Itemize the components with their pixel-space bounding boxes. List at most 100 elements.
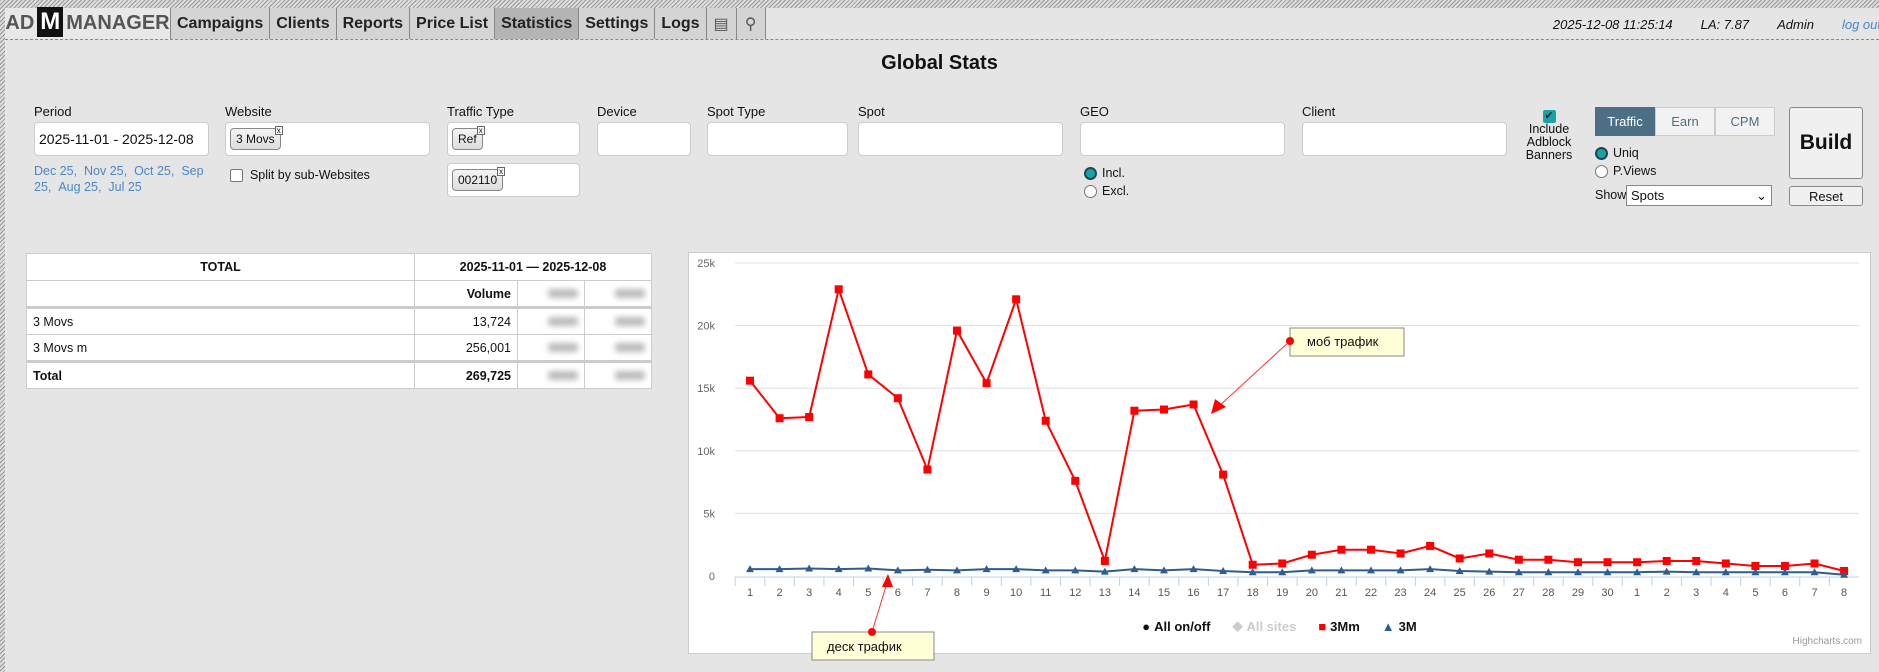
legend-3m[interactable]: ▲ 3M bbox=[1382, 618, 1417, 634]
legend-all-onoff[interactable]: ● All on/off bbox=[1142, 618, 1210, 634]
tab-earn[interactable]: Earn bbox=[1655, 107, 1715, 136]
data-point bbox=[1278, 559, 1287, 568]
main-nav: Campaigns Clients Reports Price List Sta… bbox=[170, 8, 766, 39]
table-row: 3 Movs 13,724 bbox=[26, 307, 652, 335]
data-point bbox=[1396, 549, 1405, 558]
incl-label: Incl. bbox=[1102, 166, 1125, 180]
radio[interactable] bbox=[1595, 146, 1608, 160]
nav-price-list[interactable]: Price List bbox=[409, 8, 495, 39]
checkbox[interactable] bbox=[230, 168, 243, 182]
remove-icon[interactable]: x bbox=[476, 126, 485, 135]
data-point bbox=[1633, 558, 1642, 567]
data-point bbox=[1544, 555, 1553, 564]
row-volume: 13,724 bbox=[414, 307, 518, 335]
period-link[interactable]: Dec 25 bbox=[34, 164, 74, 178]
show-value: Spots bbox=[1631, 188, 1665, 203]
traffic-type-input[interactable]: Ref x bbox=[447, 122, 580, 156]
spot-input[interactable] bbox=[858, 122, 1063, 156]
traffic-chip[interactable]: 002110 x bbox=[452, 167, 506, 191]
logout-link[interactable]: log out bbox=[1842, 17, 1879, 32]
geo-input[interactable] bbox=[1080, 122, 1285, 156]
device-input[interactable] bbox=[597, 122, 691, 156]
y-tick-label: 5k bbox=[703, 508, 715, 520]
radio[interactable] bbox=[1084, 184, 1097, 198]
uniq-radio[interactable]: Uniq bbox=[1595, 146, 1639, 160]
data-point bbox=[1248, 560, 1257, 569]
search-settings-icon[interactable]: ⚲ bbox=[735, 8, 766, 39]
spot-type-input[interactable] bbox=[707, 122, 848, 156]
x-tick-label: 4 bbox=[1723, 587, 1729, 599]
x-tick-label: 29 bbox=[1572, 587, 1584, 599]
x-tick-label: 14 bbox=[1128, 587, 1140, 599]
tab-traffic[interactable]: Traffic bbox=[1595, 107, 1655, 136]
period-input[interactable]: 2025-11-01 - 2025-12-08 bbox=[34, 122, 209, 156]
period-link[interactable]: Jul 25 bbox=[108, 180, 141, 194]
x-tick-label: 22 bbox=[1365, 587, 1377, 599]
range-header: 2025-11-01 — 2025-12-08 bbox=[414, 253, 652, 281]
data-point bbox=[952, 326, 961, 335]
show-select[interactable]: Spots ⌄ bbox=[1626, 185, 1772, 206]
period-link[interactable]: Aug 25 bbox=[58, 180, 98, 194]
remove-icon[interactable]: x bbox=[497, 167, 506, 176]
nav-logs[interactable]: Logs bbox=[654, 8, 706, 39]
row-name: 3 Movs m bbox=[26, 334, 415, 362]
blurred-cell bbox=[584, 361, 652, 389]
traffic-type-label: Traffic Type bbox=[447, 104, 514, 119]
period-link[interactable]: Nov 25 bbox=[84, 164, 124, 178]
device-label: Device bbox=[597, 104, 637, 119]
data-point bbox=[1426, 541, 1435, 550]
radio[interactable] bbox=[1595, 164, 1608, 178]
x-tick-label: 7 bbox=[1811, 587, 1817, 599]
radio[interactable] bbox=[1084, 166, 1097, 180]
volume-header: Volume bbox=[414, 280, 518, 308]
data-point bbox=[1573, 558, 1582, 567]
nav-statistics[interactable]: Statistics bbox=[494, 8, 579, 39]
adblock-option[interactable]: ✔ Include Adblock Banners bbox=[1518, 110, 1580, 162]
remove-icon[interactable]: x bbox=[274, 126, 283, 135]
calendar-icon[interactable]: ▤ bbox=[705, 8, 736, 39]
x-tick-label: 18 bbox=[1247, 587, 1259, 599]
y-tick-label: 0 bbox=[709, 571, 715, 583]
website-input[interactable]: 3 Movs x bbox=[225, 122, 430, 156]
website-chip[interactable]: 3 Movs x bbox=[230, 126, 283, 150]
data-point bbox=[923, 465, 932, 474]
nav-clients[interactable]: Clients bbox=[269, 8, 336, 39]
geo-excl-radio[interactable]: Excl. bbox=[1084, 184, 1129, 198]
username: Admin bbox=[1777, 16, 1814, 32]
split-checkbox[interactable]: Split by sub-Websites bbox=[230, 168, 370, 182]
client-input[interactable] bbox=[1302, 122, 1507, 156]
nav-campaigns[interactable]: Campaigns bbox=[170, 8, 270, 39]
x-tick-label: 3 bbox=[1693, 587, 1699, 599]
nav-reports[interactable]: Reports bbox=[335, 8, 410, 39]
legend-marker-icon: ▲ bbox=[1381, 618, 1395, 634]
data-point bbox=[1219, 470, 1228, 479]
reset-button[interactable]: Reset bbox=[1789, 186, 1863, 206]
logo[interactable]: AD M MANAGER bbox=[5, 6, 170, 39]
nav-settings[interactable]: Settings bbox=[578, 8, 655, 39]
build-button[interactable]: Build bbox=[1789, 107, 1863, 179]
pviews-radio[interactable]: P.Views bbox=[1595, 164, 1656, 178]
legend-all-sites[interactable]: ◆ All sites bbox=[1232, 618, 1296, 634]
x-tick-label: 27 bbox=[1513, 587, 1525, 599]
data-point bbox=[1012, 295, 1021, 304]
period-link[interactable]: Oct 25 bbox=[134, 164, 171, 178]
x-tick-label: 9 bbox=[983, 587, 989, 599]
x-tick-label: 20 bbox=[1306, 587, 1318, 599]
x-tick-label: 6 bbox=[895, 587, 901, 599]
tab-cpm[interactable]: CPM bbox=[1715, 107, 1775, 136]
y-tick-label: 25k bbox=[697, 258, 715, 270]
empty-cell bbox=[26, 280, 415, 308]
data-point bbox=[1366, 545, 1375, 554]
metric-tabs: Traffic Earn CPM bbox=[1595, 107, 1775, 136]
x-tick-label: 8 bbox=[1841, 587, 1847, 599]
chart-credits[interactable]: Highcharts.com bbox=[1793, 636, 1862, 647]
geo-incl-radio[interactable]: Incl. bbox=[1084, 166, 1125, 180]
legend-marker-icon: ◆ bbox=[1232, 618, 1243, 633]
traffic-chip[interactable]: Ref x bbox=[452, 126, 485, 150]
adblock-label: Include Adblock Banners bbox=[1525, 122, 1573, 163]
x-tick-label: 5 bbox=[865, 587, 871, 599]
legend-3mm[interactable]: ■ 3Mm bbox=[1318, 618, 1359, 634]
website-label: Website bbox=[225, 104, 272, 119]
data-point bbox=[982, 379, 991, 388]
traffic-subtype-input[interactable]: 002110 x bbox=[447, 163, 580, 197]
